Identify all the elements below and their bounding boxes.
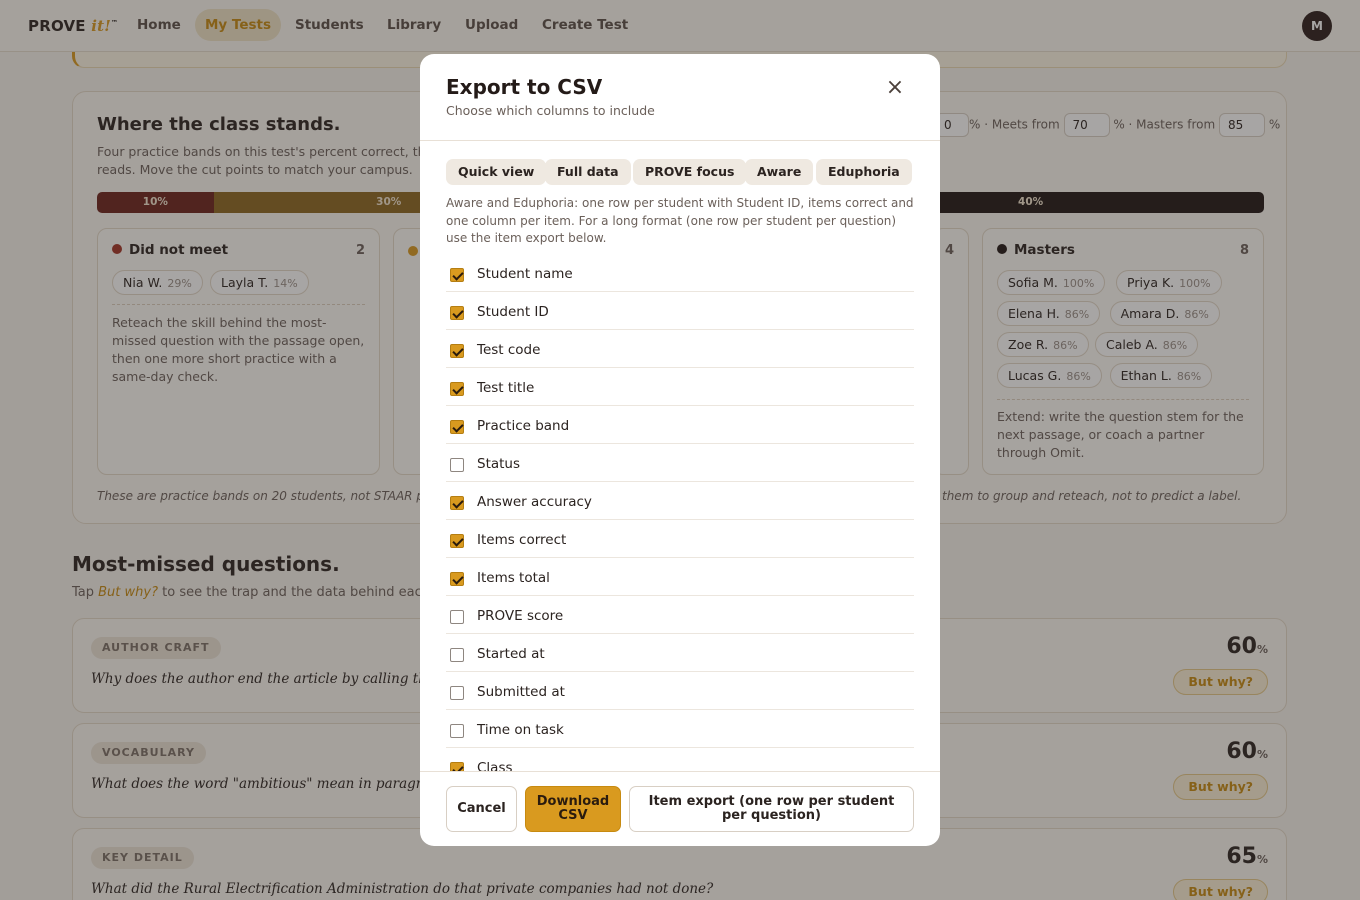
checkbox-unchecked[interactable] [450,610,464,624]
checkbox-checked[interactable] [450,420,464,434]
preset-eduphoria[interactable]: Eduphoria [816,159,912,185]
preset-aware[interactable]: Aware [745,159,814,185]
checkbox-checked[interactable] [450,572,464,586]
column-row[interactable]: Class [446,748,914,771]
column-label: Submitted at [477,684,565,700]
column-label: Student ID [477,304,549,320]
column-row[interactable]: Time on task [446,710,914,748]
column-row[interactable]: PROVE score [446,596,914,634]
column-label: PROVE score [477,608,564,624]
column-row[interactable]: Started at [446,634,914,672]
export-description: Aware and Eduphoria: one row per student… [446,196,914,245]
column-label: Items total [477,570,550,586]
checkbox-checked[interactable] [450,534,464,548]
column-label: Class [477,760,513,771]
column-label: Student name [477,266,573,282]
export-csv-dialog: Export to CSV Choose which columns to in… [420,54,940,846]
preset-full-data[interactable]: Full data [545,159,631,185]
column-row[interactable]: Items total [446,558,914,596]
column-label: Answer accuracy [477,494,592,510]
checkbox-unchecked[interactable] [450,724,464,738]
column-label: Started at [477,646,545,662]
checkbox-checked[interactable] [450,344,464,358]
column-row[interactable]: Submitted at [446,672,914,710]
column-label: Items correct [477,532,567,548]
checkbox-unchecked[interactable] [450,686,464,700]
preset-quick-view[interactable]: Quick view [446,159,547,185]
column-row[interactable]: Test title [446,368,914,406]
column-row[interactable]: Student ID [446,292,914,330]
column-row[interactable]: Practice band [446,406,914,444]
column-row[interactable]: Items correct [446,520,914,558]
item-export-button[interactable]: Item export (one row per student per que… [629,786,914,832]
column-row[interactable]: Student name [446,254,914,292]
checkbox-unchecked[interactable] [450,458,464,472]
checkbox-checked[interactable] [450,268,464,282]
column-row[interactable]: Test code [446,330,914,368]
checkbox-checked[interactable] [450,496,464,510]
cancel-button[interactable]: Cancel [446,786,517,832]
close-icon[interactable]: × [882,76,908,102]
column-label: Test title [477,380,535,396]
column-label: Test code [477,342,541,358]
column-label: Time on task [477,722,564,738]
column-row[interactable]: Status [446,444,914,482]
checkbox-unchecked[interactable] [450,648,464,662]
checkbox-checked[interactable] [450,382,464,396]
preset-prove-focus[interactable]: PROVE focus [633,159,747,185]
checkbox-checked[interactable] [450,762,464,771]
checkbox-checked[interactable] [450,306,464,320]
dialog-title: Export to CSV [446,75,603,99]
column-row[interactable]: Answer accuracy [446,482,914,520]
column-label: Practice band [477,418,570,434]
dialog-subtitle: Choose which columns to include [446,103,655,118]
download-csv-button[interactable]: Download CSV [525,786,621,832]
column-list[interactable]: Student name Student ID Test code Test titl… [446,254,914,771]
column-label: Status [477,456,521,472]
